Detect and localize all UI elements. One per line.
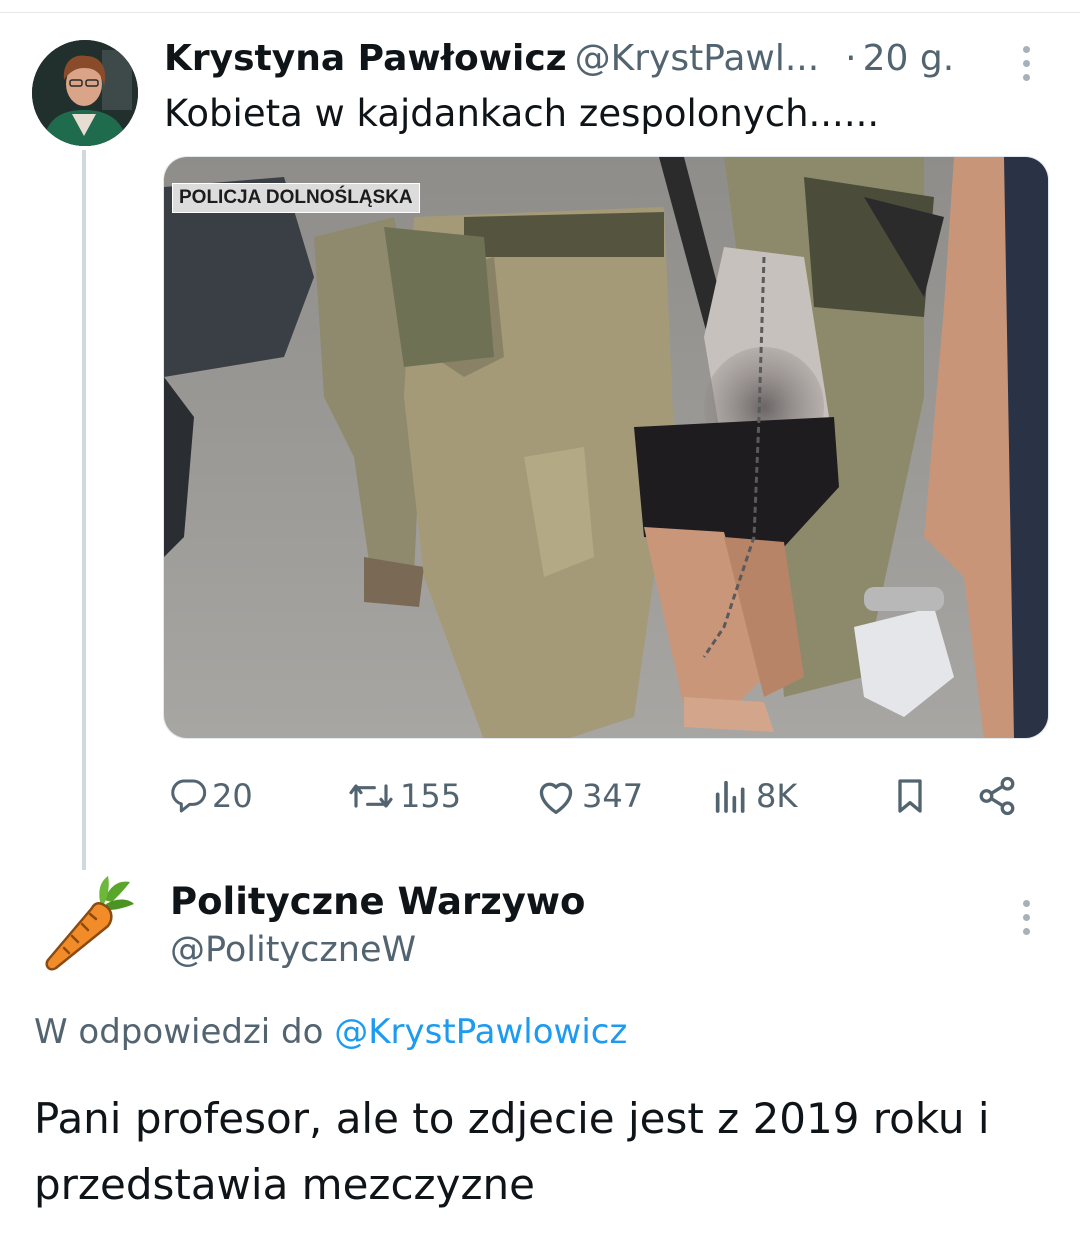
reply-context: W odpowiedzi do @KrystPawlowicz	[34, 1012, 627, 1052]
carrot-icon[interactable]	[38, 874, 138, 974]
more-options-icon[interactable]	[1016, 44, 1036, 84]
avatar[interactable]	[32, 40, 138, 146]
tweet-timestamp[interactable]: 20 g.	[863, 38, 955, 79]
bookmark-icon	[890, 774, 930, 818]
author-name[interactable]: Krystyna Pawłowicz	[164, 38, 567, 79]
thread-line	[82, 150, 86, 870]
separator-dot: ·	[845, 38, 857, 79]
retweet-button[interactable]: 155	[346, 768, 461, 824]
author-handle[interactable]: @KrystPawl...	[575, 38, 820, 79]
like-button[interactable]: 347	[534, 768, 643, 824]
tweet-actions: 20 155 347 8K	[164, 768, 1044, 824]
tweet-header: Krystyna Pawłowicz @KrystPawl... · 20 g.	[164, 38, 1044, 84]
analytics-icon	[710, 776, 752, 816]
reply-button[interactable]: 20	[168, 768, 253, 824]
views-count: 8K	[756, 777, 798, 815]
reply-prefix: W odpowiedzi do	[34, 1012, 324, 1052]
retweet-icon	[346, 776, 396, 816]
share-button[interactable]	[976, 768, 1018, 824]
reply-count: 20	[212, 777, 253, 815]
top-divider	[0, 12, 1080, 13]
reply-more-options-icon[interactable]	[1016, 898, 1036, 938]
like-count: 347	[582, 777, 644, 815]
reply-author-handle[interactable]: @PolityczneW	[170, 930, 416, 970]
tweet-media-image[interactable]: POLICJA DOLNOŚLĄSKA	[163, 156, 1049, 739]
views-button[interactable]: 8K	[710, 768, 797, 824]
share-icon	[976, 775, 1018, 817]
reply-mention-link[interactable]: @KrystPawlowicz	[334, 1012, 627, 1052]
reply-author-name[interactable]: Polityczne Warzywo	[170, 880, 585, 923]
reply-icon	[168, 776, 208, 816]
heart-icon	[534, 776, 578, 816]
media-watermark-caption: POLICJA DOLNOŚLĄSKA	[172, 183, 420, 213]
retweet-count: 155	[400, 777, 462, 815]
reply-text: Pani profesor, ale to zdjecie jest z 201…	[34, 1094, 990, 1209]
tweet-text: Kobieta w kajdankach zespolonych......	[164, 92, 880, 135]
bookmark-button[interactable]	[890, 768, 930, 824]
